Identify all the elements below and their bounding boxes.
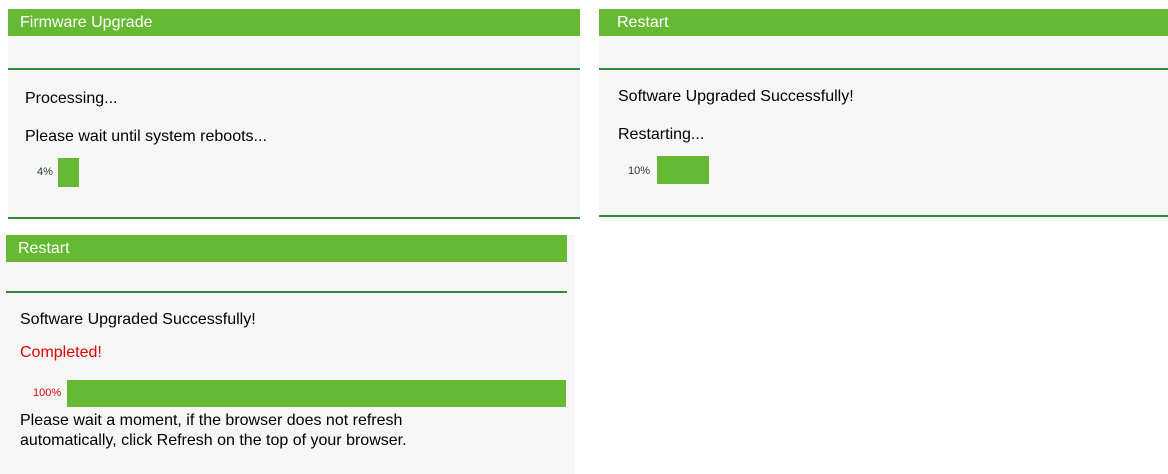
- wait-reboot-text: Please wait until system reboots...: [25, 128, 267, 145]
- progress-percent: 100%: [33, 387, 62, 399]
- progress-bar: [58, 158, 79, 187]
- divider: [8, 217, 580, 219]
- divider: [599, 215, 1168, 217]
- completed-text: Completed!: [20, 344, 102, 361]
- panel-title: Firmware Upgrade: [8, 9, 580, 36]
- panel-title: Restart: [599, 9, 1168, 36]
- refresh-note-line1: Please wait a moment, if the browser doe…: [20, 412, 403, 429]
- panel-title: Restart: [6, 235, 567, 262]
- restart-panel-progress: Restart Software Upgraded Successfully! …: [599, 9, 1168, 221]
- restarting-text: Restarting...: [618, 126, 705, 143]
- restart-panel-completed: Restart Software Upgraded Successfully! …: [0, 235, 575, 474]
- upgrade-success-text: Software Upgraded Successfully!: [618, 88, 854, 105]
- progress-bar: [67, 380, 566, 407]
- processing-text: Processing...: [25, 90, 118, 107]
- upgrade-success-text: Software Upgraded Successfully!: [20, 311, 256, 328]
- refresh-note-line2: automatically, click Refresh on the top …: [20, 432, 407, 449]
- progress-bar: [657, 156, 709, 184]
- divider: [8, 68, 580, 70]
- divider: [6, 291, 567, 293]
- progress-percent: 10%: [628, 165, 651, 177]
- progress-percent: 4%: [37, 166, 53, 178]
- firmware-upgrade-panel: Firmware Upgrade Processing... Please wa…: [8, 9, 580, 221]
- divider: [599, 68, 1168, 70]
